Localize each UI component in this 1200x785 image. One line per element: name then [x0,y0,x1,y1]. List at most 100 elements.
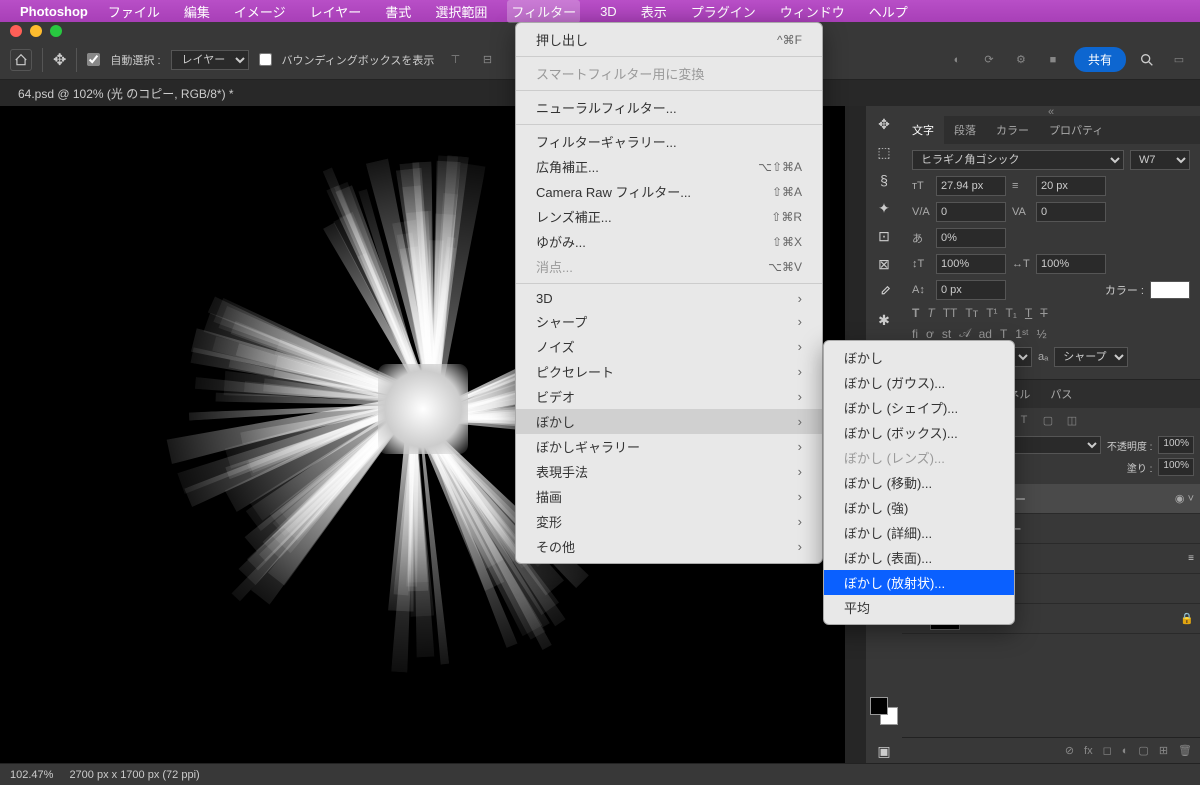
marquee-tool[interactable]: ⬚ [870,140,898,164]
fraction-new-icon[interactable]: 1ˢᵗ [1015,327,1028,341]
menu-help[interactable]: ヘルプ [865,0,912,23]
tsume[interactable] [936,228,1006,248]
screenmode-icon[interactable]: ▣ [870,739,898,763]
filter-group-noise[interactable]: ノイズ› [516,334,822,359]
edit-icon[interactable]: ≡ [1188,553,1194,564]
filter-group-blurgallery[interactable]: ぼかしギャラリー› [516,434,822,459]
filter-group-3d[interactable]: 3D› [516,288,822,309]
blur-more[interactable]: ぼかし (強) [824,495,1014,520]
filter-group-pixelate[interactable]: ピクセレート› [516,359,822,384]
wand-tool[interactable]: ✦ [870,196,898,220]
swash-icon[interactable]: 𝒜 [959,326,970,341]
filter-smart-icon[interactable]: ◫ [1063,412,1081,428]
tab-paragraph[interactable]: 段落 [944,116,986,144]
filter-group-video[interactable]: ビデオ› [516,384,822,409]
new-layer-icon[interactable]: ⊞ [1159,744,1168,757]
filter-group-render[interactable]: 描画› [516,484,822,509]
blur-smart[interactable]: ぼかし (詳細)... [824,520,1014,545]
tab-color[interactable]: カラー [986,116,1039,144]
blur-lens[interactable]: ぼかし (レンズ)... [824,445,1014,470]
adjust-icon[interactable]: ◐ [1122,745,1129,757]
filter-repeat[interactable]: 押し出し^⌘F [516,27,822,52]
gear-icon[interactable]: ⚙ [1010,50,1032,70]
zoom-button[interactable] [50,25,62,37]
horiz-scale[interactable] [1036,254,1106,274]
workspace-icon[interactable]: ▭ [1168,50,1190,70]
subscript-icon[interactable]: T₁ [1006,306,1017,320]
mask-icon[interactable]: ◻ [1103,744,1112,757]
zoom-value[interactable]: 102.47% [10,769,53,781]
vert-scale[interactable] [936,254,1006,274]
link-icon[interactable]: ⊘ [1065,744,1074,757]
tab-paths[interactable]: パス [1040,380,1082,408]
blur-surface[interactable]: ぼかし (表面)... [824,545,1014,570]
move-tool-icon[interactable]: ✥ [53,50,66,70]
quickmask-icon[interactable]: ◐ [946,50,968,70]
blur-plain[interactable]: ぼかし [824,345,1014,370]
frame-tool[interactable]: ⊠ [870,252,898,276]
menu-view[interactable]: 表示 [637,0,671,23]
lasso-tool[interactable]: § [870,168,898,192]
menu-file[interactable]: ファイル [104,0,164,23]
opacity-value[interactable]: 100% [1158,436,1194,454]
share-button[interactable]: 共有 [1074,47,1126,72]
blur-gaussian[interactable]: ぼかし (ガウス)... [824,370,1014,395]
titling-icon[interactable]: ad [979,327,992,341]
tracking[interactable] [1036,202,1106,222]
menu-edit[interactable]: 編集 [180,0,214,23]
tab-properties[interactable]: プロパティ [1039,116,1113,144]
heal-tool[interactable]: ✱ [870,308,898,332]
menu-window[interactable]: ウィンドウ [776,0,849,23]
filter-group-sharpen[interactable]: シャープ› [516,309,822,334]
font-family[interactable]: ヒラギノ角ゴシック [912,150,1124,170]
filter-smart-convert[interactable]: スマートフィルター用に変換 [516,61,822,86]
filter-liquify[interactable]: ゆがみ...⇧⌘X [516,229,822,254]
filter-lens[interactable]: レンズ補正...⇧⌘R [516,204,822,229]
fraction-icon[interactable]: ½ [1037,327,1047,341]
move-tool[interactable]: ✥ [870,112,898,136]
font-weight[interactable]: W7 [1130,150,1190,170]
menu-3d[interactable]: 3D [596,2,621,21]
filter-shape-icon[interactable]: ▢ [1039,412,1057,428]
autoselect-target[interactable]: レイヤー [171,50,249,70]
menu-image[interactable]: イメージ [230,0,290,23]
fill-value[interactable]: 100% [1158,458,1194,476]
fx-icon[interactable]: ◉ ˅ [1175,492,1194,505]
st-icon[interactable]: st [942,327,951,341]
superscript-icon[interactable]: T¹ [986,306,997,320]
blur-box[interactable]: ぼかし (ボックス)... [824,420,1014,445]
close-button[interactable] [10,25,22,37]
group-icon[interactable]: ▢ [1138,744,1148,757]
bold-icon[interactable]: T [912,306,919,320]
menu-select[interactable]: 選択範囲 [431,0,491,23]
home-button[interactable] [10,49,32,71]
menu-filter[interactable]: フィルター [507,0,580,23]
crop-tool[interactable]: ⊡ [870,224,898,248]
filter-group-blur[interactable]: ぼかし› [516,409,822,434]
search-icon[interactable] [1136,50,1158,70]
leading[interactable] [1036,176,1106,196]
trash-icon[interactable]: 🗑 [1178,744,1192,757]
eyedropper-tool[interactable] [870,280,898,304]
filter-gallery[interactable]: フィルターギャラリー... [516,129,822,154]
autoselect-checkbox[interactable] [87,53,100,66]
filter-group-stylize[interactable]: 表現手法› [516,459,822,484]
smallcaps-icon[interactable]: Tᴛ [965,306,978,320]
menu-plugins[interactable]: プラグイン [687,0,760,23]
filter-cameraraw[interactable]: Camera Raw フィルター...⇧⌘A [516,179,822,204]
menu-type[interactable]: 書式 [381,0,415,23]
filter-vanish[interactable]: 消点...⌥⌘V [516,254,822,279]
filter-neural[interactable]: ニューラルフィルター... [516,95,822,120]
antialias[interactable]: シャープ [1054,347,1128,367]
allcaps-icon[interactable]: TT [943,306,958,320]
filter-group-distort[interactable]: 変形› [516,509,822,534]
baseline-shift[interactable] [936,280,1006,300]
italic-icon[interactable]: T [927,306,934,320]
align-middle-icon[interactable]: ⊟ [476,50,498,70]
document-tab[interactable]: 64.psd @ 102% (光 のコピー, RGB/8*) * [10,81,242,106]
strike-icon[interactable]: T [1040,306,1047,320]
filter-group-other[interactable]: その他› [516,534,822,559]
text-color-swatch[interactable] [1150,281,1190,299]
blur-average[interactable]: 平均 [824,595,1014,620]
bbox-checkbox[interactable] [259,53,272,66]
